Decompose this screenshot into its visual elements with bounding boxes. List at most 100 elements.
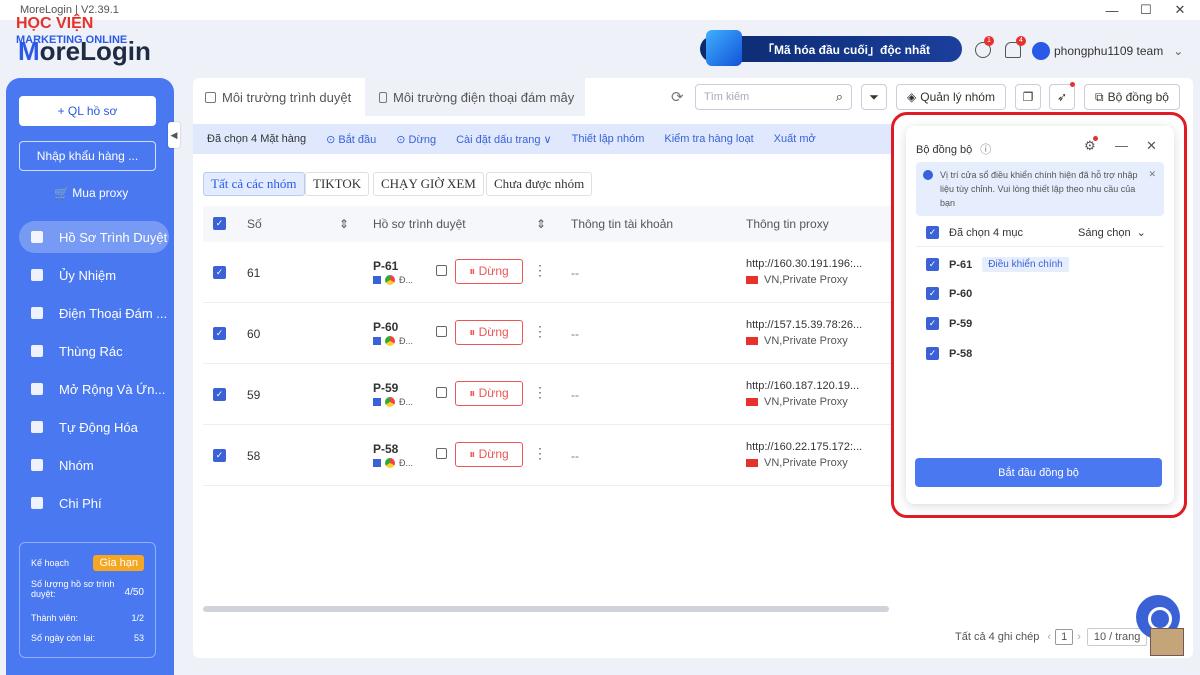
watermark-subtitle: MARKETING ONLINE [16, 34, 128, 46]
stop-button[interactable]: ⏸ Dừng [455, 381, 523, 406]
chrome-icon [385, 336, 395, 346]
more-icon[interactable]: ⋮ [533, 384, 547, 401]
batch-start-button[interactable]: ⊙ Bắt đầu [326, 133, 376, 146]
watermark-logo: HỌC VIỆN [16, 15, 94, 32]
promo-banner[interactable]: 「Mã hóa đầu cuối」độc nhất [700, 30, 962, 66]
more-icon[interactable]: ⋮ [533, 262, 547, 279]
sidebar: + QL hồ sơ Nhập khẩu hàng ... 🛒 Mua prox… [6, 78, 174, 675]
batch-action-bar: Đã chọn 4 Mặt hàng ⊙ Bắt đầu ⊙ Dừng Cài … [193, 124, 893, 154]
vietnam-flag-icon [746, 459, 758, 467]
notification-badge: 1 [984, 36, 994, 46]
row-checkbox[interactable]: ✓ [213, 327, 226, 340]
chrome-icon [385, 458, 395, 468]
copy-button[interactable]: ❐ [1015, 84, 1041, 110]
prev-page-icon[interactable]: ‹ [1047, 631, 1051, 643]
sync-icon: ⧉ [1095, 89, 1104, 104]
filter-button[interactable]: ⏷ [861, 84, 887, 110]
bookmark-icon[interactable] [436, 387, 447, 398]
next-page-icon[interactable]: › [1077, 631, 1081, 643]
row-checkbox[interactable]: ✓ [213, 266, 226, 279]
table-header: ✓ Số ⇕ Hồ sơ trình duyệt ⇕ Thông tin tài… [203, 206, 893, 242]
search-icon: ⌕ [835, 89, 843, 104]
bookmark-icon[interactable] [436, 265, 447, 276]
page-number[interactable]: 1 [1055, 629, 1074, 645]
plan-card: Kế hoạch Gia hạn Số lượng hồ sơ trình duy… [19, 542, 156, 658]
phone-icon [31, 307, 43, 319]
banner-icon [706, 30, 742, 66]
highlight-frame [891, 112, 1187, 518]
profile-icon [31, 231, 43, 243]
rocket-badge [1070, 82, 1075, 87]
close-window-icon[interactable]: ✕ [1165, 0, 1195, 20]
rocket-icon: ➶ [1056, 90, 1068, 104]
sidebar-item-automation[interactable]: Tự Động Hóa [19, 411, 169, 443]
header: MoreLogin HỌC VIỆN MARKETING ONLINE 「Mã … [0, 16, 1200, 75]
buy-proxy-link[interactable]: 🛒 Mua proxy [54, 186, 128, 200]
filter-all-groups[interactable]: Tất cả các nhóm [203, 172, 305, 196]
maximize-icon[interactable]: ☐ [1131, 0, 1161, 20]
wallet-icon [31, 497, 43, 509]
new-profile-button[interactable]: + QL hồ sơ [19, 96, 156, 126]
page-size-select[interactable]: 10 / trang [1086, 628, 1148, 646]
table-row[interactable]: ✓ 58 P-58 Đ... ⏸ Dừng ⋮ -- http://160.22… [203, 425, 893, 486]
avatar [1032, 42, 1050, 60]
bell-badge: 4 [1016, 36, 1026, 46]
select-all-checkbox[interactable]: ✓ [213, 217, 226, 230]
sidebar-item-extensions[interactable]: Mở Rộng Và Ứn... [19, 373, 169, 405]
copy-icon: ❐ [1022, 90, 1034, 104]
table-row[interactable]: ✓ 60 P-60 Đ... ⏸ Dừng ⋮ -- http://157.15… [203, 303, 893, 364]
tab-cloud-phone-env[interactable]: Môi trường điện thoại đám mây [365, 78, 585, 116]
windows-icon [373, 398, 381, 406]
set-group-button[interactable]: Thiết lập nhóm [572, 133, 645, 145]
filter-watch-time[interactable]: CHẠY GIỜ XEM [373, 172, 484, 196]
row-checkbox[interactable]: ✓ [213, 388, 226, 401]
pagination: Tất cả 4 ghi chép ‹ 1 › 10 / trang [955, 628, 1148, 646]
batch-check-button[interactable]: Kiểm tra hàng loạt [664, 133, 753, 145]
sidebar-item-proxy[interactable]: Ủy Nhiệm [19, 259, 169, 291]
filter-tiktok[interactable]: TIKTOK [305, 172, 370, 196]
group-icon [31, 459, 43, 471]
sidebar-item-cloud-phone[interactable]: Điện Thoại Đám ... [19, 297, 169, 329]
more-icon[interactable]: ⋮ [533, 445, 547, 462]
tab-browser-env[interactable]: Môi trường trình duyệt [193, 78, 363, 116]
group-management-button[interactable]: ◈ Quản lý nhóm [896, 84, 1006, 110]
title-bar: MoreLogin | V2.39.1 — ☐ ✕ [0, 0, 1200, 20]
vietnam-flag-icon [746, 337, 758, 345]
refresh-icon[interactable]: ⟳ [671, 88, 684, 106]
table-row[interactable]: ✓ 59 P-59 Đ... ⏸ Dừng ⋮ -- http://160.18… [203, 364, 893, 425]
layers-icon: ◈ [907, 90, 917, 104]
stop-button[interactable]: ⏸ Dừng [455, 442, 523, 467]
filter-ungrouped[interactable]: Chưa được nhóm [486, 172, 593, 196]
sidebar-item-groups[interactable]: Nhóm [19, 449, 169, 481]
batch-stop-button[interactable]: ⊙ Dừng [396, 133, 436, 146]
more-icon[interactable]: ⋮ [533, 323, 547, 340]
bookmark-icon[interactable] [436, 326, 447, 337]
renew-button[interactable]: Gia hạn [93, 555, 144, 571]
minimize-icon[interactable]: — [1097, 0, 1127, 20]
bookmark-icon[interactable] [436, 448, 447, 459]
sidebar-item-billing[interactable]: Chi Phí [19, 487, 169, 519]
user-menu[interactable]: phongphu1109 team ⌄ [1032, 42, 1183, 60]
chrome-icon [385, 275, 395, 285]
sidebar-item-profiles[interactable]: Hồ Sơ Trình Duyệt [19, 221, 169, 253]
sort-icon: ⇕ [339, 217, 350, 231]
vietnam-flag-icon [746, 398, 758, 406]
collapse-sidebar-icon[interactable]: ◀ [168, 122, 180, 148]
windows-icon [373, 276, 381, 284]
windows-icon [373, 337, 381, 345]
homepage-settings-button[interactable]: Cài đặt dấu trang ∨ [456, 133, 552, 146]
sidebar-item-trash[interactable]: Thùng Rác [19, 335, 169, 367]
rocket-button[interactable]: ➶ [1049, 84, 1075, 110]
chrome-icon [385, 397, 395, 407]
phone-icon [379, 91, 387, 103]
browser-icon [205, 91, 216, 103]
table-row[interactable]: ✓ 61 P-61 Đ... ⏸ Dừng ⋮ -- http://160.30… [203, 242, 893, 303]
export-button[interactable]: Xuất mở [774, 133, 816, 145]
search-input[interactable]: Tìm kiếm ⌕ [695, 84, 852, 110]
stop-button[interactable]: ⏸ Dừng [455, 259, 523, 284]
horizontal-scrollbar[interactable] [203, 606, 889, 612]
sync-button[interactable]: ⧉ Bộ đồng bộ [1084, 84, 1180, 110]
import-button[interactable]: Nhập khẩu hàng ... [19, 141, 156, 171]
row-checkbox[interactable]: ✓ [213, 449, 226, 462]
stop-button[interactable]: ⏸ Dừng [455, 320, 523, 345]
